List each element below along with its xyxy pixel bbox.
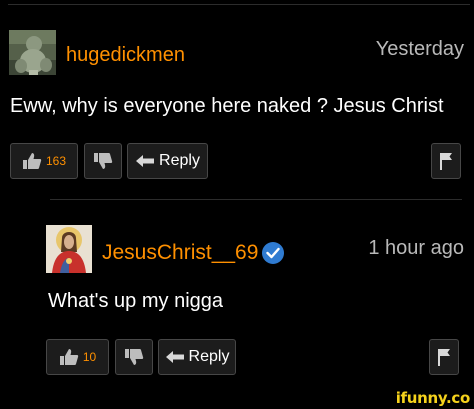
reply-label: Reply: [159, 152, 200, 169]
comment-text: Eww, why is everyone here naked ? Jesus …: [10, 95, 444, 117]
dislike-button[interactable]: [84, 143, 122, 179]
comment-text: What's up my nigga: [48, 290, 224, 312]
comment-item: JesusChrist__69 1 hour ago What's up my …: [0, 200, 474, 409]
like-count: 10: [82, 350, 97, 364]
avatar[interactable]: [46, 225, 92, 273]
thumbs-down-icon: [124, 348, 144, 366]
verified-check-icon: [262, 242, 284, 264]
reply-arrow-icon: [135, 154, 155, 168]
watermark: ifunny.co: [395, 389, 471, 407]
flag-button[interactable]: [429, 339, 459, 375]
timestamp: 1 hour ago: [368, 237, 464, 259]
timestamp: Yesterday: [375, 38, 464, 60]
reply-button[interactable]: Reply: [158, 339, 236, 375]
username[interactable]: hugedickmen: [66, 44, 185, 67]
like-count: 163: [45, 154, 67, 168]
dislike-button[interactable]: [115, 339, 153, 375]
flag-icon: [439, 152, 453, 170]
flag-icon: [437, 348, 451, 366]
thumbs-down-icon: [93, 152, 113, 170]
reply-arrow-icon: [165, 350, 185, 364]
reply-button[interactable]: Reply: [127, 143, 208, 179]
comment-item: hugedickmen Yesterday Eww, why is everyo…: [0, 0, 474, 199]
avatar[interactable]: [9, 30, 56, 75]
like-button[interactable]: 10: [46, 339, 109, 375]
thumbs-up-icon: [59, 348, 79, 366]
like-button[interactable]: 163: [10, 143, 78, 179]
username[interactable]: JesusChrist__69: [102, 241, 258, 265]
reply-label: Reply: [188, 348, 230, 365]
thumbs-up-icon: [22, 152, 42, 170]
flag-button[interactable]: [431, 143, 461, 179]
